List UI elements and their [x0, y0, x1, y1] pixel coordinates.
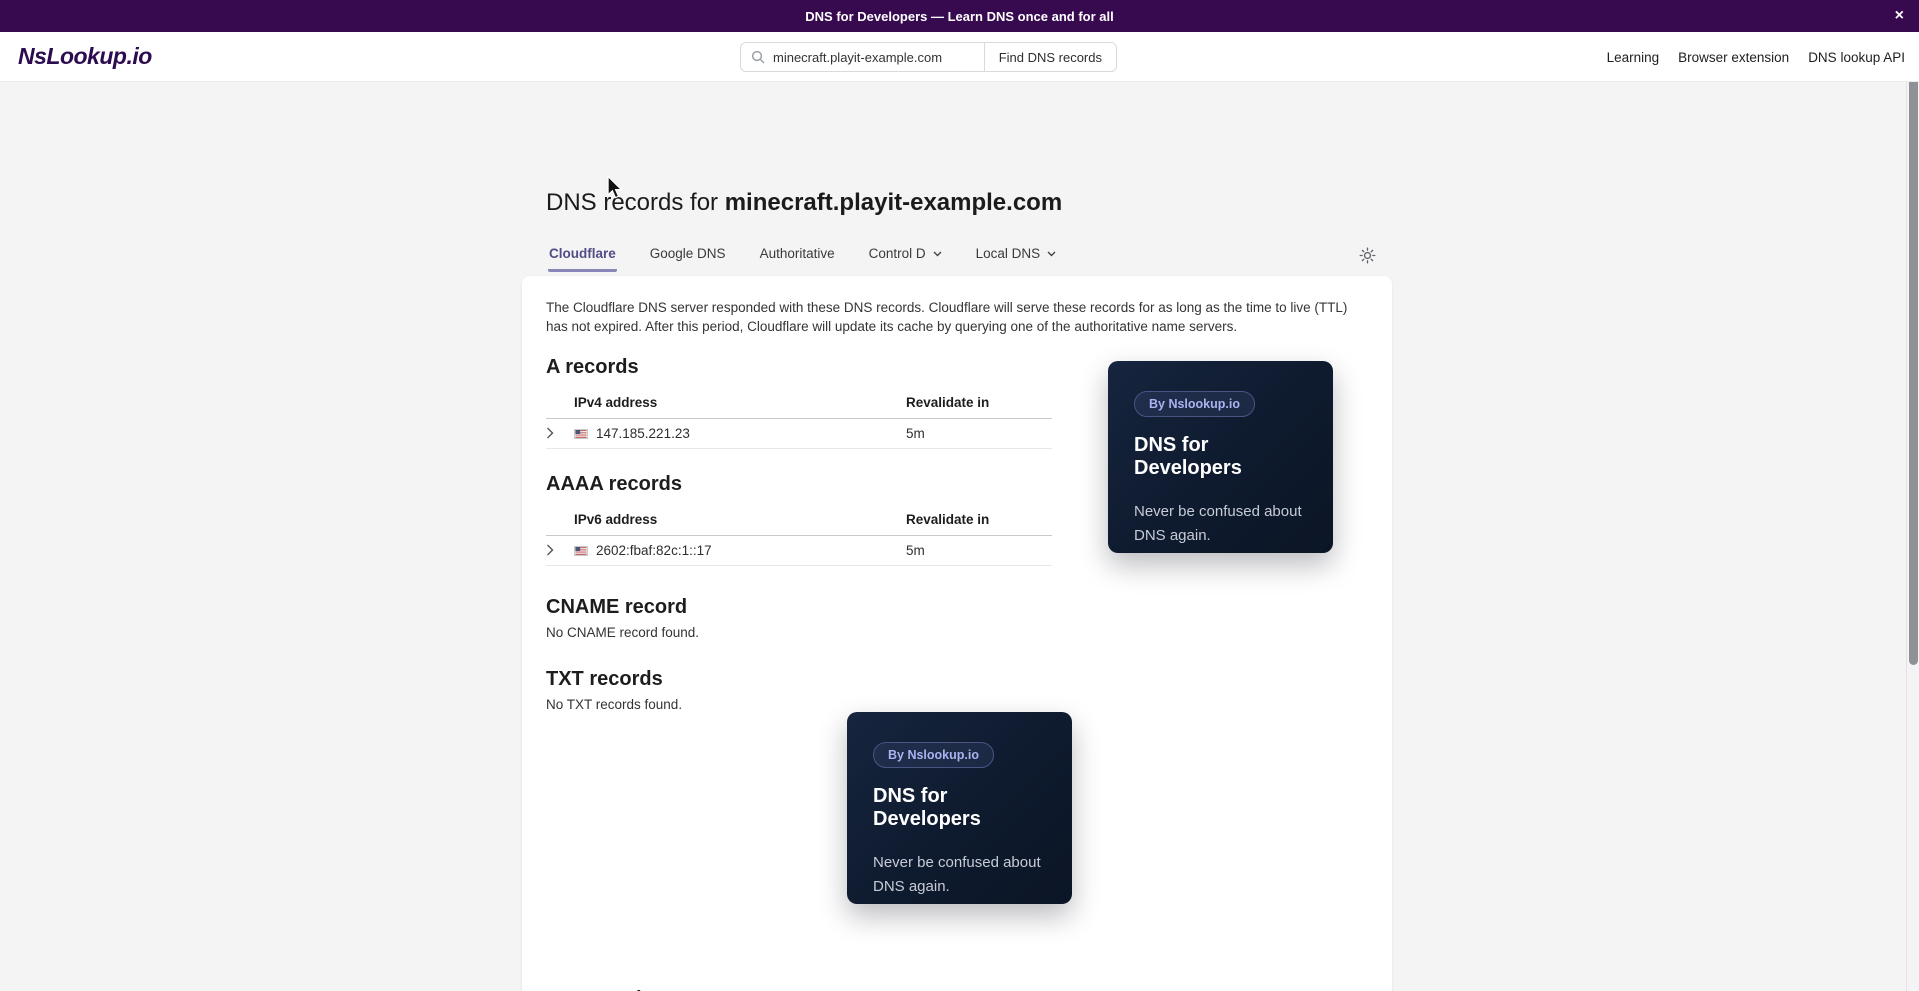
tab-local-dns[interactable]: Local DNS — [975, 246, 1058, 272]
promo-card[interactable]: By Nslookup.io DNS for Developers Never … — [847, 712, 1072, 904]
aaaa-records-table: IPv6 address Revalidate in — [546, 506, 1052, 566]
ttl-value: 5m — [906, 536, 1052, 566]
ipv4-address: 147.185.221.23 — [596, 426, 690, 441]
section-title: TXT records — [546, 668, 1378, 691]
promo-body: Never be confused about DNS again. — [1134, 500, 1307, 548]
chevron-down-icon — [933, 250, 942, 257]
nav-dns-lookup-api[interactable]: DNS lookup API — [1808, 50, 1905, 65]
tab-label: Cloudflare — [549, 246, 616, 261]
column-header: Revalidate in — [906, 506, 1052, 536]
tab-cloudflare[interactable]: Cloudflare — [548, 246, 617, 272]
tab-authoritative[interactable]: Authoritative — [759, 246, 836, 272]
page-title: DNS records for minecraft.playit-example… — [546, 189, 1062, 217]
nav-learning[interactable]: Learning — [1607, 50, 1660, 65]
resolver-tabs: Cloudflare Google DNS Authoritative Cont… — [548, 246, 1057, 272]
tab-google-dns[interactable]: Google DNS — [649, 246, 727, 272]
section-title: CNAME record — [546, 596, 1378, 619]
table-row[interactable]: 2602:fbaf:82c:1::17 5m — [546, 536, 1052, 566]
results-panel: The Cloudflare DNS server responded with… — [522, 276, 1392, 991]
search-icon — [751, 50, 765, 64]
site-logo[interactable]: NsLookup.io — [18, 43, 152, 70]
find-dns-records-button[interactable]: Find DNS records — [984, 43, 1116, 71]
ttl-value: 5m — [906, 419, 1052, 449]
column-header: Revalidate in — [906, 389, 1052, 419]
tab-control-d[interactable]: Control D — [868, 246, 943, 272]
page-title-prefix: DNS records for — [546, 189, 725, 216]
gear-icon[interactable] — [1358, 246, 1378, 266]
tab-label: Google DNS — [650, 246, 726, 261]
promo-title: DNS for Developers — [873, 785, 1046, 831]
section-txt: TXT records No TXT records found. — [546, 668, 1378, 712]
vertical-scrollbar[interactable] — [1906, 32, 1919, 991]
promo-body: Never be confused about DNS again. — [873, 851, 1046, 899]
ipv6-address: 2602:fbaf:82c:1::17 — [596, 543, 712, 558]
txt-empty-message: No TXT records found. — [546, 697, 1378, 712]
close-icon[interactable]: × — [1891, 0, 1908, 32]
promo-badge: By Nslookup.io — [1134, 391, 1255, 417]
search-box[interactable] — [741, 43, 984, 71]
domain-search-group: Find DNS records — [740, 42, 1117, 72]
promo-banner-link[interactable]: DNS for Developers — Learn DNS once and … — [0, 0, 1919, 32]
scrollbar-thumb[interactable] — [1909, 35, 1918, 665]
nav-browser-extension[interactable]: Browser extension — [1678, 50, 1789, 65]
cname-empty-message: No CNAME record found. — [546, 625, 1378, 640]
promo-title: DNS for Developers — [1134, 434, 1307, 480]
a-records-table: IPv4 address Revalidate in — [546, 389, 1052, 449]
tab-label: Control D — [869, 246, 926, 261]
promo-card[interactable]: By Nslookup.io DNS for Developers Never … — [1108, 361, 1333, 553]
promo-banner-text: DNS for Developers — Learn DNS once and … — [805, 9, 1113, 24]
resolver-description: The Cloudflare DNS server responded with… — [546, 298, 1358, 336]
section-cname: CNAME record No CNAME record found. — [546, 596, 1378, 640]
header-nav: Learning Browser extension DNS lookup AP… — [1607, 32, 1905, 82]
chevron-down-icon — [1047, 250, 1056, 257]
tab-label: Authoritative — [760, 246, 835, 261]
flag-icon — [574, 429, 588, 439]
column-header: IPv6 address — [574, 506, 906, 536]
table-row[interactable]: 147.185.221.23 5m — [546, 419, 1052, 449]
promo-badge: By Nslookup.io — [873, 742, 994, 768]
tab-label: Local DNS — [976, 246, 1041, 261]
site-header: NsLookup.io Find DNS records Learning Br… — [0, 32, 1919, 82]
flag-icon — [574, 546, 588, 556]
page-title-domain: minecraft.playit-example.com — [725, 189, 1062, 216]
search-input[interactable] — [773, 50, 974, 65]
main-area: DNS records for minecraft.playit-example… — [0, 82, 1919, 991]
chevron-right-icon[interactable] — [546, 425, 562, 441]
chevron-right-icon[interactable] — [546, 542, 562, 558]
column-header: IPv4 address — [574, 389, 906, 419]
